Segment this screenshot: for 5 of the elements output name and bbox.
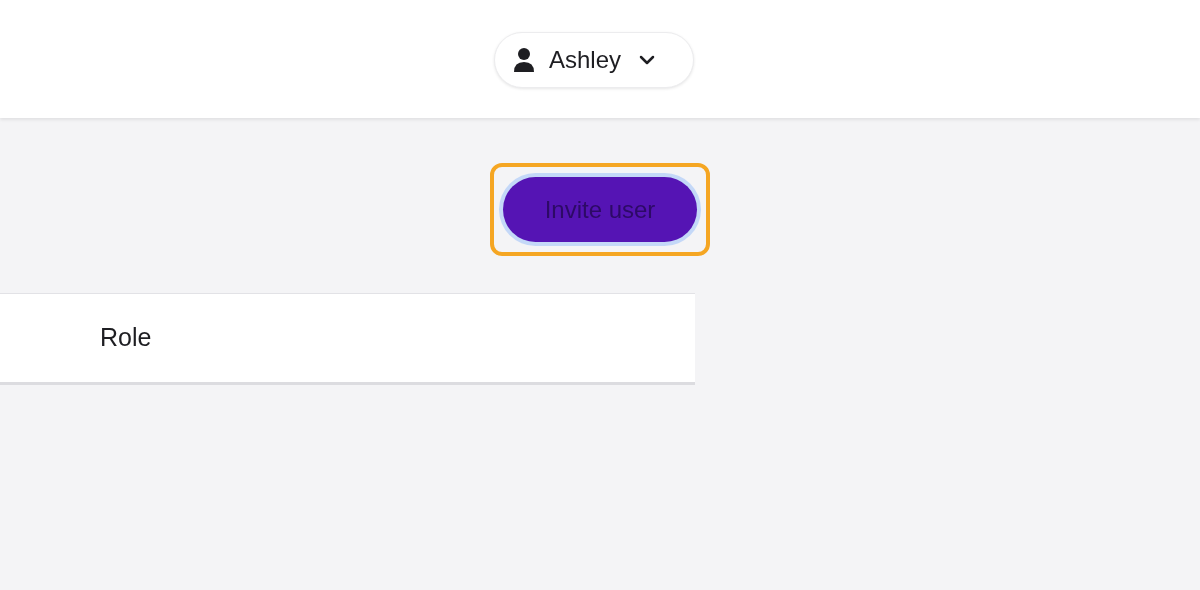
- user-name: Ashley: [549, 45, 622, 75]
- user-menu-button[interactable]: Ashley: [494, 32, 694, 88]
- chevron-down-icon: [639, 55, 656, 65]
- column-header: Role: [100, 322, 152, 354]
- user-icon: [513, 47, 535, 73]
